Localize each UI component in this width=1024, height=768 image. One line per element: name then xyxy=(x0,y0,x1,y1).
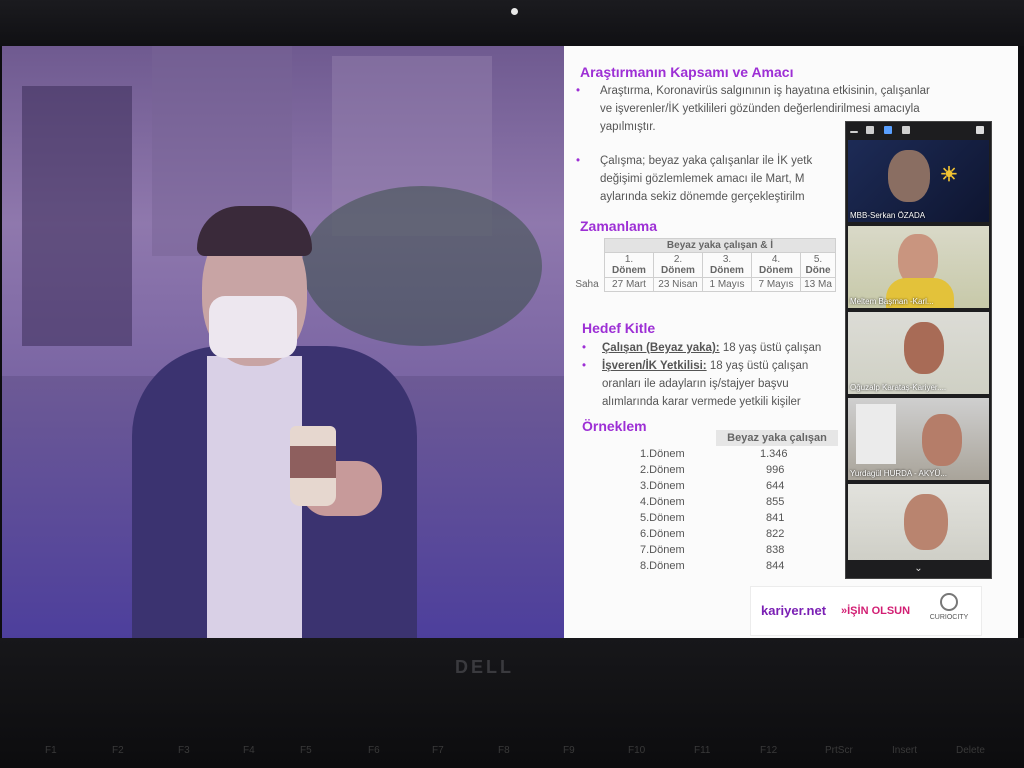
period-cell: 3. Dönem xyxy=(702,252,752,278)
keyboard-key: PrtScr xyxy=(825,745,853,756)
table-row: 5.Dönem 841 xyxy=(640,512,785,524)
zamanlama-title: Zamanlama xyxy=(580,218,658,234)
keyboard-key: Delete xyxy=(956,745,985,756)
webcam-icon xyxy=(511,8,518,15)
zamanlama-table: Beyaz yaka çalışan & İ 1. Dönem 2. Dönem 3… xyxy=(570,238,836,292)
table-row: 4.Dönem 855 xyxy=(640,496,785,508)
paragraph-1-line: Araştırma, Koronavirüs salgınının iş hay… xyxy=(600,85,930,97)
paragraph-2-line: değişimi gözlemlemek amacı ile Mart, M xyxy=(600,173,805,185)
participant-name: Meltem Başman -Karl... xyxy=(850,297,934,306)
paragraph-1-line: yapılmıştır. xyxy=(600,121,656,133)
participant-name: MBB-Serkan ÖZADA xyxy=(850,211,926,220)
fullscreen-icon[interactable] xyxy=(976,126,984,134)
laptop-brand-logo: DELL xyxy=(455,657,514,677)
keyboard-key: F11 xyxy=(694,745,711,756)
keyboard-key: F8 xyxy=(498,745,510,756)
date-cell: 27 Mart xyxy=(604,277,654,292)
participant-tile[interactable]: Meltem Başman -Karl... xyxy=(848,226,989,308)
person-hair xyxy=(197,206,312,256)
slide-title: Araştırmanın Kapsamı ve Amacı xyxy=(580,64,794,80)
tree-shape xyxy=(302,186,542,346)
coffee-cup-sleeve xyxy=(290,446,336,478)
keyboard-key: F9 xyxy=(563,745,575,756)
period-cell: 5. Döne xyxy=(800,252,836,278)
keyboard-key: Insert xyxy=(892,745,918,756)
table-row: 8.Dönem 844 xyxy=(640,560,785,572)
date-cell: 13 Ma xyxy=(800,277,836,292)
participant-tile[interactable] xyxy=(848,484,989,560)
orneklem-title: Örneklem xyxy=(582,418,647,434)
view-strip-icon[interactable] xyxy=(884,126,892,134)
brand-overlay-icon: ☀ xyxy=(940,164,958,186)
curiocity-ring-icon xyxy=(940,593,958,611)
keyboard-key: F7 xyxy=(432,745,444,756)
keyboard-key: F10 xyxy=(628,745,646,756)
period-cell: 4. Dönem xyxy=(751,252,801,278)
orneklem-table: 1.Dönem 1.346 2.Dönem 996 3.Dönem 644 4.Dön… xyxy=(640,446,840,574)
keyboard-key: F5 xyxy=(300,745,312,756)
participant-name: Yurdagül HURDA - AKYÜ... xyxy=(850,469,947,478)
kariyer-logo: kariyer.net xyxy=(761,603,827,618)
background-window xyxy=(856,404,896,464)
keyboard-key: F2 xyxy=(112,745,124,756)
paragraph-2-line: aylarında sekiz dönemde gerçekleştirilm xyxy=(600,191,805,203)
hedef-line-1: Çalışan (Beyaz yaka): 18 yaş üstü çalışa… xyxy=(602,342,822,354)
date-cell: 23 Nisan xyxy=(653,277,703,292)
table-row: 7.Dönem 838 xyxy=(640,544,785,556)
keyboard-key: F12 xyxy=(760,745,778,756)
building-shape xyxy=(22,86,132,346)
gallery-toolbar xyxy=(846,122,991,140)
participant-video xyxy=(922,414,962,466)
minimize-icon[interactable] xyxy=(850,131,858,133)
participant-video xyxy=(888,150,930,202)
keyboard-key: F4 xyxy=(243,745,255,756)
table-header: Beyaz yaka çalışan & İ xyxy=(604,238,836,253)
participant-video xyxy=(904,322,944,374)
keyboard-key: F1 xyxy=(45,745,57,756)
bullet-marker: • xyxy=(576,85,581,97)
curiocity-logo: CURIOCITY xyxy=(929,593,969,621)
person-shirt xyxy=(207,356,302,638)
video-gallery-panel[interactable]: ☀ MBB-Serkan ÖZADA Meltem Başman -Karl..… xyxy=(845,121,992,579)
isin-olsun-logo: »İŞİN OLSUN xyxy=(841,605,911,617)
period-cell: 1. Dönem xyxy=(604,252,654,278)
sponsor-logos: kariyer.net »İŞİN OLSUN CURIOCITY xyxy=(750,586,982,636)
keyboard-key: F6 xyxy=(368,745,380,756)
participant-video xyxy=(904,494,948,550)
orneklem-header: Beyaz yaka çalışan xyxy=(716,430,838,446)
table-row: 1.Dönem 1.346 xyxy=(640,448,788,460)
view-single-icon[interactable] xyxy=(866,126,874,134)
participant-tile[interactable]: ☀ MBB-Serkan ÖZADA xyxy=(848,140,989,222)
table-row: 6.Dönem 822 xyxy=(640,528,785,540)
saha-label: Saha xyxy=(575,279,599,290)
table-row: 3.Dönem 644 xyxy=(640,480,785,492)
hedef-line-2b: oranları ile adayların iş/stajyer başvu xyxy=(602,378,789,390)
date-cell: 7 Mayıs xyxy=(751,277,801,292)
table-row: 2.Dönem 996 xyxy=(640,464,785,476)
table-row: Saha 27 Mart 23 Nisan 1 Mayıs 7 Mayıs 13… xyxy=(570,277,836,292)
participant-tile[interactable]: Yurdagül HURDA - AKYÜ... xyxy=(848,398,989,480)
view-grid-icon[interactable] xyxy=(902,126,910,134)
hedef-kitle-title: Hedef Kitle xyxy=(582,320,656,336)
face-mask xyxy=(209,296,297,358)
keyboard-key: F3 xyxy=(178,745,190,756)
hedef-line-2c: alımlarında karar vermede yetkili kişile… xyxy=(602,396,801,408)
slide-photo xyxy=(2,46,564,638)
laptop-bezel-top xyxy=(0,0,1024,46)
paragraph-1-line: ve işverenler/İK yetkilileri gözünden de… xyxy=(600,103,920,115)
date-cell: 1 Mayıs xyxy=(702,277,752,292)
participant-name: Oğuzalp Karataş-Kariyer.... xyxy=(850,383,947,392)
keyboard-function-row: F1 F2 F3 F4 F5 F6 F7 F8 F9 F10 F11 F12 P… xyxy=(0,745,1024,768)
hedef-line-2: İşveren/İK Yetkilisi: 18 yaş üstü çalışa… xyxy=(602,360,809,372)
scroll-down-icon[interactable]: ⌄ xyxy=(846,560,991,578)
bullet-marker: • xyxy=(582,342,587,354)
paragraph-2-line: Çalışma; beyaz yaka çalışanlar ile İK ye… xyxy=(600,155,813,167)
bullet-marker: • xyxy=(582,360,587,372)
table-row: 1. Dönem 2. Dönem 3. Dönem 4. Dönem 5. Döne xyxy=(570,252,836,278)
bullet-marker: • xyxy=(576,155,581,167)
period-cell: 2. Dönem xyxy=(653,252,703,278)
participant-tile[interactable]: Oğuzalp Karataş-Kariyer.... xyxy=(848,312,989,394)
